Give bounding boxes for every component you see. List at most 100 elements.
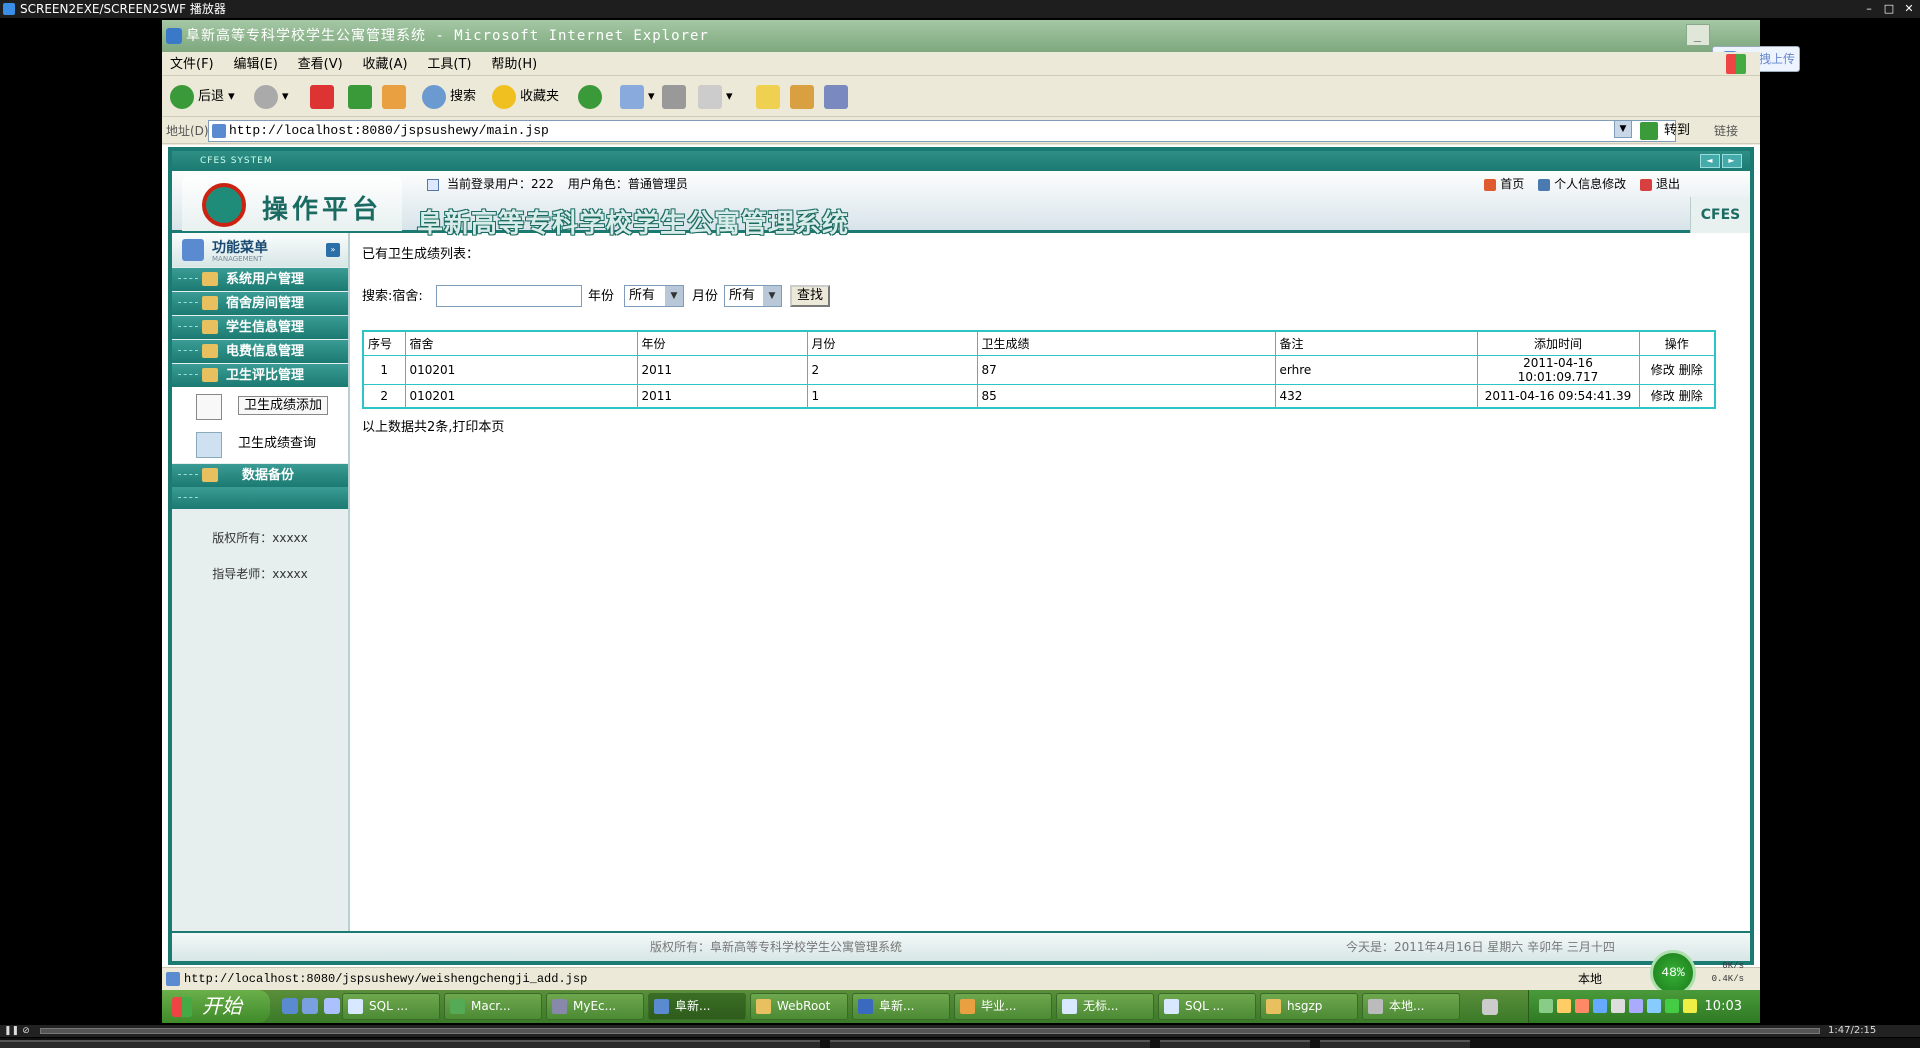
task-macromedia[interactable]: Macr... (444, 993, 542, 1020)
history-button[interactable] (578, 83, 606, 111)
current-user: 当前登录用户：222 (447, 177, 554, 191)
delete-link[interactable]: 删除 (1679, 389, 1703, 403)
seek-slider[interactable] (40, 1028, 1820, 1034)
stop-icon[interactable]: ⊘ (20, 1026, 32, 1036)
print-button[interactable] (662, 83, 690, 111)
tray-network-icon[interactable] (1593, 999, 1607, 1013)
menu-edit[interactable]: 编辑(E) (233, 53, 277, 77)
browser-quicklaunch-icon[interactable] (302, 998, 318, 1014)
edit-button[interactable]: ▾ (698, 83, 733, 111)
app-quicklaunch-icon[interactable] (324, 998, 340, 1014)
home-link[interactable]: 首页 (1484, 175, 1524, 193)
edit-link[interactable]: 修改 (1651, 389, 1675, 403)
menu-file[interactable]: 文件(F) (170, 53, 214, 77)
column-header: 序号 (362, 330, 406, 356)
sidebar-sub-query-score[interactable]: 卫生成绩查询 (172, 425, 348, 463)
column-header: 月份 (806, 330, 978, 356)
search-button[interactable]: 搜索 (422, 83, 476, 111)
collapse-icon[interactable]: » (326, 243, 340, 257)
download-speed: 0.4K/s (1711, 974, 1744, 984)
go-button[interactable]: 转到 (1640, 118, 1690, 144)
edit-link[interactable]: 修改 (1651, 363, 1675, 377)
stop-button[interactable] (310, 83, 338, 111)
sidebar-sub-label: 卫生成绩添加 (238, 396, 329, 415)
back-button[interactable]: 后退 ▾ (170, 83, 235, 111)
year-label: 年份 (588, 289, 615, 304)
sidebar-item-hygiene[interactable]: 卫生评比管理 (172, 364, 348, 387)
folder-icon (202, 468, 218, 482)
tray-user-icon[interactable] (1575, 999, 1589, 1013)
mail-button[interactable]: ▾ (620, 83, 655, 111)
task-label: WebRoot (777, 999, 831, 1013)
cell-note: 432 (1274, 383, 1478, 409)
tray-app-icon[interactable] (1539, 999, 1553, 1013)
sidebar-item-dorm-rooms[interactable]: 宿舍房间管理 (172, 292, 348, 315)
show-desktop-icon[interactable] (1482, 999, 1498, 1015)
zone-label: 本地 (1578, 972, 1603, 986)
table-summary[interactable]: 以上数据共2条,打印本页 (362, 416, 504, 435)
profile-link[interactable]: 个人信息修改 (1538, 175, 1626, 193)
research-button[interactable] (790, 83, 818, 111)
nav-next-icon[interactable]: ► (1722, 154, 1742, 168)
home-button[interactable] (382, 83, 410, 111)
task-word-fuxin[interactable]: 阜新... (852, 993, 950, 1020)
menu-help[interactable]: 帮助(H) (491, 53, 537, 77)
table-row: 1 010201 2011 2 87 erhre 2011-04-16 10:0… (362, 354, 1716, 385)
note-button[interactable] (756, 83, 784, 111)
task-graduation[interactable]: 毕业... (954, 993, 1052, 1020)
ie-minimize-button[interactable]: _ (1686, 24, 1710, 46)
month-select[interactable]: 所有 ▼ (724, 285, 782, 307)
sidebar-item-system-users[interactable]: 系统用户管理 (172, 268, 348, 291)
start-label: 开始 (202, 994, 242, 1018)
menu-tools[interactable]: 工具(T) (427, 53, 471, 77)
address-value: http://localhost:8080/jspsushewy/main.js… (229, 123, 549, 138)
task-untitled[interactable]: 无标... (1056, 993, 1154, 1020)
tray-monitor-icon[interactable] (1647, 999, 1661, 1013)
find-button[interactable]: 查找 (790, 285, 830, 307)
page-content: CFES SYSTEM ◄ ► 操作平台 当前登录用户：222 用户角色：普通管理… (162, 145, 1760, 967)
sidebar-sub-add-score[interactable]: 卫生成绩添加 (172, 387, 348, 425)
maximize-icon[interactable]: □ (1880, 2, 1898, 16)
year-select[interactable]: 所有 ▼ (624, 285, 684, 307)
refresh-button[interactable] (348, 83, 376, 111)
task-label: 阜新... (675, 999, 711, 1013)
messenger-button[interactable] (824, 83, 852, 111)
user-card-icon (196, 432, 222, 458)
address-dropdown-icon[interactable]: ▼ (1614, 120, 1632, 138)
edit-icon (698, 84, 722, 109)
tray-sync-icon[interactable] (1629, 999, 1643, 1013)
tray-qq-icon[interactable] (1557, 999, 1571, 1013)
tray-volume-icon[interactable] (1611, 999, 1625, 1013)
ie-title-bar: 阜新高等专科学校学生公寓管理系统 - Microsoft Internet Ex… (162, 20, 1760, 52)
nav-prev-icon[interactable]: ◄ (1700, 154, 1720, 168)
task-local[interactable]: 本地... (1362, 993, 1460, 1020)
column-header: 卫生成绩 (976, 330, 1276, 356)
task-sql-1[interactable]: SQL ... (342, 993, 440, 1020)
task-myeclipse[interactable]: MyEc... (546, 993, 644, 1020)
favorites-button[interactable]: 收藏夹 (492, 83, 559, 111)
sidebar-item-backup[interactable]: 数据备份 (172, 464, 348, 487)
menu-favorites[interactable]: 收藏(A) (363, 53, 408, 77)
task-hsgzp[interactable]: hsgzp (1260, 993, 1358, 1020)
logout-link[interactable]: 退出 (1639, 175, 1680, 193)
menu-view[interactable]: 查看(V) (298, 53, 343, 77)
ie-quicklaunch-icon[interactable] (282, 998, 298, 1014)
forward-button[interactable]: ▾ (254, 83, 289, 111)
minimize-icon[interactable]: – (1860, 2, 1878, 16)
dorm-search-input[interactable] (436, 285, 582, 307)
close-icon[interactable]: ✕ (1900, 2, 1918, 16)
sidebar-item-electricity[interactable]: 电费信息管理 (172, 340, 348, 363)
cell-note: erhre (1274, 354, 1478, 385)
task-sql-2[interactable]: SQL ... (1158, 993, 1256, 1020)
delete-link[interactable]: 删除 (1679, 363, 1703, 377)
task-ie-fuxin[interactable]: 阜新... (648, 993, 746, 1020)
start-button[interactable]: 开始 (162, 990, 270, 1023)
tray-security-icon[interactable] (1683, 999, 1697, 1013)
pause-icon[interactable]: ❚❚ (4, 1026, 19, 1036)
links-button[interactable]: 链接 (1714, 118, 1738, 144)
task-webroot[interactable]: WebRoot (750, 993, 848, 1020)
address-input[interactable]: http://localhost:8080/jspsushewy/main.js… (208, 120, 1676, 142)
tray-shield-icon[interactable] (1665, 999, 1679, 1013)
sidebar-item-students[interactable]: 学生信息管理 (172, 316, 348, 339)
macromedia-icon (450, 999, 465, 1014)
